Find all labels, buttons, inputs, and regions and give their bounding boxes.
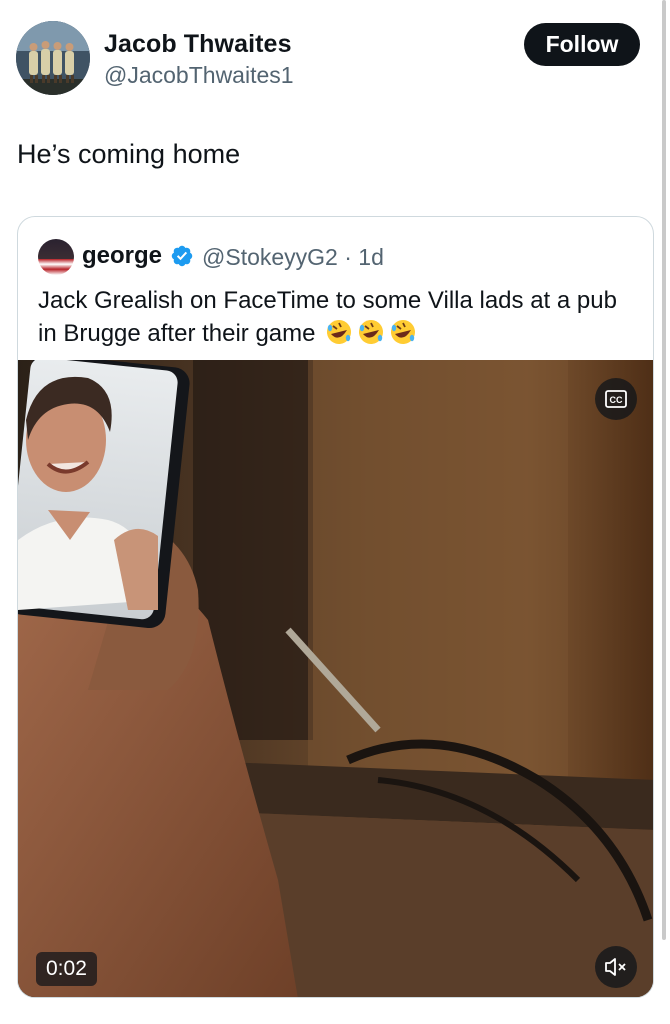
video-timestamp: 0:02 <box>36 952 97 986</box>
quoted-handle-time[interactable]: @StokeyyG2 · 1d <box>202 244 384 271</box>
follow-button[interactable]: Follow <box>524 23 640 66</box>
quoted-tweet-card[interactable]: george @StokeyyG2 · 1d Jack Grealish on … <box>17 216 654 998</box>
author-avatar[interactable] <box>16 21 90 95</box>
volume-muted-icon <box>605 958 626 976</box>
rofl-emoji-icon <box>359 320 384 344</box>
video-frame <box>18 360 653 997</box>
video-player[interactable]: CC 0:02 <box>18 360 653 997</box>
rofl-emoji-icon <box>391 320 416 344</box>
author-handle[interactable]: @JacobThwaites1 <box>104 62 294 89</box>
quoted-tweet-text: Jack Grealish on FaceTime to some Villa … <box>38 284 638 350</box>
quoted-author-name[interactable]: george <box>82 242 162 270</box>
avatar-photo <box>16 21 90 95</box>
verified-badge-icon <box>171 245 193 267</box>
mute-button[interactable] <box>595 946 637 988</box>
tweet-text: He’s coming home <box>17 139 241 169</box>
author-name[interactable]: Jacob Thwaites <box>104 30 292 59</box>
closed-captions-icon: CC <box>605 390 627 408</box>
page-scrollbar[interactable] <box>662 0 666 940</box>
captions-button[interactable]: CC <box>595 378 637 420</box>
quoted-author-avatar[interactable] <box>38 239 74 275</box>
tweet-page: Jacob Thwaites @JacobThwaites1 Follow He… <box>0 0 670 1024</box>
rofl-emoji-icon <box>327 320 352 344</box>
svg-text:CC: CC <box>610 395 623 405</box>
